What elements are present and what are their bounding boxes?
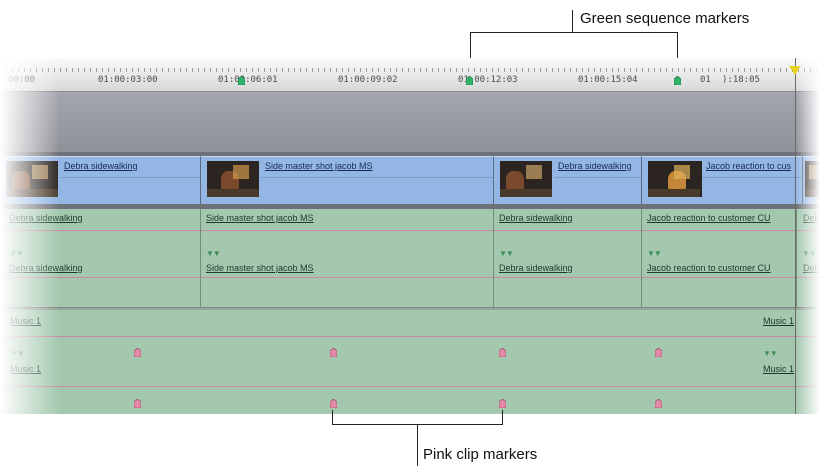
audio-clip[interactable]: Debra sidewalking ▼▼ [0,209,201,259]
clip-thumbnail [648,161,702,197]
clip-line [261,177,493,178]
clip-name: Deb [803,213,820,223]
sequence-marker-icon[interactable] [466,76,473,85]
ruler-timecode: 01:00:15:04 [578,75,638,85]
ruler-timecode: ):18:05 [722,75,760,85]
clip-marker-icon[interactable] [499,399,506,408]
clip-name: Side master shot jacob MS [206,213,314,223]
video-clip[interactable]: Debra sidewalking [494,156,642,205]
ruler-timecode: 01:00:09:02 [338,75,398,85]
sequence-marker-icon[interactable] [674,76,681,85]
audio-clip[interactable]: Music 1 Music 1 ▼▼ ▼▼ [0,310,820,360]
audio-level-line [0,336,820,337]
audio-level-line [642,277,796,278]
audio-track-a3[interactable]: Music 1 Music 1 ▼▼ ▼▼ [0,310,820,360]
ruler-timecode: 01:00:06:01 [218,75,278,85]
clip-marker-icon[interactable] [655,348,662,357]
clip-line [554,177,641,178]
clip-name: Deb [803,263,820,273]
sequence-marker-icon[interactable] [238,76,245,85]
audio-level-line [0,386,820,387]
clip-line [60,177,200,178]
audio-level-line [0,277,200,278]
clip-name: Jacob reaction to customer CU [647,213,771,223]
audio-level-line [494,277,641,278]
timeline-ruler[interactable]: 00:00 01:00:03:00 01:00:06:01 01:00:09:0… [0,58,820,92]
clip-thumbnail [805,161,820,197]
clip-name: Music 1 [763,364,795,374]
audio-track-a1[interactable]: Debra sidewalking ▼▼ Side master shot ja… [0,209,820,259]
clip-name: Music 1 [10,316,42,326]
clip-marker-icon[interactable] [330,399,337,408]
audio-clip[interactable]: Music 1 Music 1 [0,360,820,414]
clip-thumbnail [500,161,552,197]
timeline[interactable]: 00:00 01:00:03:00 01:00:06:01 01:00:09:0… [0,58,820,414]
audio-level-line [494,230,641,231]
audio-clip[interactable]: Jacob reaction to customer CU ▼▼ [642,209,797,259]
audio-clip[interactable]: Debra sidewalking [494,259,642,307]
sequence-markers-callout: Green sequence markers [580,10,750,27]
ruler-timecode: 00:00 [8,75,36,85]
clip-marker-icon[interactable] [655,399,662,408]
video-clip[interactable]: Side master shot jacob MS [201,156,494,205]
audio-clip[interactable]: Jacob reaction to customer CU [642,259,797,307]
audio-level-line [642,230,796,231]
clip-marker-icon[interactable] [134,399,141,408]
callout-bracket-right [502,410,503,424]
callout-line [572,10,573,32]
video-clip[interactable]: Jacob reaction to cus [642,156,803,205]
clip-name: Music 1 [763,316,795,326]
callout-bracket [470,32,678,33]
audio-clip[interactable]: Side master shot jacob MS [201,259,494,307]
clip-name: Side master shot jacob MS [206,263,314,273]
clip-name: Jacob reaction to cus [706,161,792,171]
audio-clip[interactable]: Debra sidewalking ▼▼ [494,209,642,259]
video-clip[interactable] [803,156,820,205]
audio-clip[interactable]: Debra sidewalking [0,259,201,307]
clip-name: Debra sidewalking [64,161,138,171]
audio-clip[interactable]: Deb [797,259,820,307]
ruler-timecode: 01:00:03:00 [98,75,158,85]
audio-level-line [0,230,200,231]
clip-name: Debra sidewalking [9,263,83,273]
callout-bracket-left [332,410,333,424]
audio-clip[interactable]: Deb ▼▼ [797,209,820,259]
playhead-icon[interactable] [789,66,801,75]
clip-name: Debra sidewalking [499,213,573,223]
empty-video-track[interactable] [0,92,820,152]
ruler-timecode: 01 [700,75,711,85]
clip-thumbnail [207,161,259,197]
clip-marker-icon[interactable] [499,348,506,357]
playhead-line[interactable] [795,58,796,414]
clip-name: Jacob reaction to customer CU [647,263,771,273]
clip-name: Music 1 [10,364,42,374]
video-clip[interactable]: Debra sidewalking [0,156,201,205]
clip-marker-icon[interactable] [330,348,337,357]
clip-markers-callout: Pink clip markers [423,446,538,463]
audio-track-a2[interactable]: Debra sidewalking Side master shot jacob… [0,259,820,307]
clip-line [702,177,802,178]
clip-name: Debra sidewalking [9,213,83,223]
clip-name: Side master shot jacob MS [265,161,373,171]
audio-level-line [201,230,493,231]
ruler-ticks [0,68,820,72]
audio-level-line [797,230,820,231]
audio-level-line [797,277,820,278]
audio-level-line [201,277,493,278]
audio-track-a4[interactable]: Music 1 Music 1 [0,360,820,414]
clip-name: Debra sidewalking [499,263,573,273]
clip-marker-icon[interactable] [134,348,141,357]
callout-line [417,424,418,466]
clip-name: Debra sidewalking [558,161,632,171]
clip-thumbnail [6,161,58,197]
audio-clip[interactable]: Side master shot jacob MS ▼▼ [201,209,494,259]
